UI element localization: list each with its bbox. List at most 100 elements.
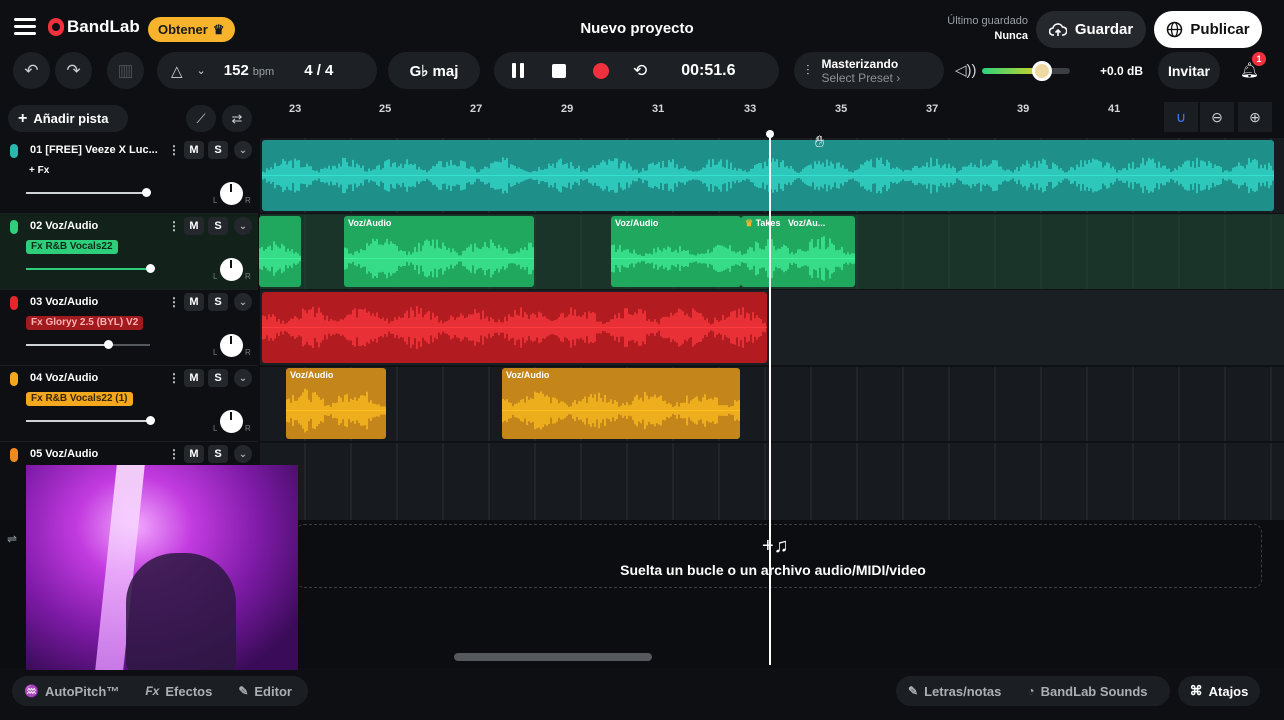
takes-region[interactable]: ♛ Takes Voz/Au... (741, 216, 855, 287)
audio-region[interactable]: Voz/Audio (611, 216, 741, 287)
audio-region[interactable]: Voz/Audio (344, 216, 534, 287)
track-header[interactable]: 04 Voz/Audio ⋮ M S ⌄ Fx R&B Vocals22 (1)… (0, 366, 258, 442)
zoom-in-button[interactable]: ⊕ (1238, 102, 1272, 132)
mute-button[interactable]: M (184, 445, 204, 463)
playhead[interactable] (766, 130, 774, 665)
editor-button[interactable]: ✎ Editor (238, 684, 292, 699)
mute-button[interactable]: M (184, 293, 204, 311)
chevron-down-icon[interactable]: ⌄ (234, 293, 252, 311)
volume-handle[interactable] (142, 188, 151, 197)
time-signature[interactable]: 4 / 4 (304, 62, 333, 79)
mute-button[interactable]: M (184, 217, 204, 235)
chevron-down-icon[interactable]: ⌄ (234, 445, 252, 463)
bottom-toolbar: ♒ AutoPitch™ Fx Efectos ✎ Editor ✎ Letras/no… (0, 668, 1284, 720)
zoom-out-button[interactable]: ⊖ (1200, 102, 1234, 132)
project-title[interactable]: Nuevo proyecto (537, 20, 737, 37)
key-selector[interactable]: G♭ maj (388, 52, 480, 89)
timeline-ruler[interactable]: 23 25 27 29 31 33 35 37 39 41 (260, 100, 1284, 132)
autopitch-button[interactable]: ♒ AutoPitch™ (24, 684, 119, 699)
stop-button[interactable] (552, 63, 566, 78)
add-track-label: Añadir pista (33, 111, 109, 126)
more-icon[interactable]: ⋮ (168, 371, 180, 385)
track-name[interactable]: 05 Voz/Audio (30, 448, 162, 460)
publish-label: Publicar (1190, 21, 1250, 38)
solo-button[interactable]: S (208, 369, 228, 387)
fx-tag[interactable]: Fx Gloryy 2.5 (BYL) V2 (26, 316, 144, 330)
upgrade-button[interactable]: Obtener ♛ (148, 17, 235, 42)
ruler-mark: 39 (1017, 103, 1030, 115)
effects-button[interactable]: Fx Efectos (145, 684, 212, 699)
more-icon[interactable]: ⋮ (168, 143, 180, 157)
pause-button[interactable] (512, 63, 524, 78)
snap-button[interactable]: ∪ (1164, 102, 1198, 132)
microphone-icon (10, 220, 18, 234)
audio-region[interactable] (259, 216, 301, 287)
ruler-mark: 23 (289, 103, 302, 115)
tempo-field[interactable]: 152 bpm (224, 62, 274, 79)
track-name[interactable]: 03 Voz/Audio (30, 296, 162, 308)
menu-icon[interactable] (14, 18, 36, 36)
master-volume-slider[interactable] (982, 68, 1070, 74)
chevron-down-icon[interactable]: ⌄ (234, 217, 252, 235)
sliders-icon[interactable]: ⇌ (7, 532, 17, 546)
metronome-icon[interactable]: △ (171, 62, 183, 80)
fx-tag[interactable]: Fx R&B Vocals22 (1) (26, 392, 133, 406)
audio-region[interactable] (262, 292, 767, 363)
more-icon[interactable]: ⋮ (168, 219, 180, 233)
add-track-button[interactable]: + Añadir pista (8, 105, 128, 132)
keyboard-button[interactable]: ▥ (107, 52, 144, 89)
record-button[interactable] (593, 62, 609, 79)
mute-button[interactable]: M (184, 141, 204, 159)
chevron-down-icon[interactable]: ⌄ (234, 369, 252, 387)
editor-label: Editor (254, 683, 292, 699)
volume-slider[interactable] (26, 416, 155, 425)
solo-button[interactable]: S (208, 141, 228, 159)
track-name[interactable]: 01 [FREE] Veeze X Luc... (30, 144, 162, 156)
volume-slider[interactable] (26, 188, 151, 197)
invite-button[interactable]: Invitar (1158, 52, 1220, 89)
redo-button[interactable]: ↷ (55, 52, 92, 89)
track-header[interactable]: 03 Voz/Audio ⋮ M S ⌄ Fx Gloryy 2.5 (BYL)… (0, 290, 258, 366)
bandlab-logo[interactable]: BandLab (48, 17, 140, 37)
volume-slider[interactable] (26, 264, 155, 273)
solo-button[interactable]: S (208, 217, 228, 235)
track-header[interactable]: 02 Voz/Audio ⋮ M S ⌄ Fx R&B Vocals22 L R (0, 214, 258, 290)
fx-button[interactable]: + Fx (24, 164, 54, 178)
pan-knob[interactable] (220, 334, 243, 357)
master-volume-knob[interactable] (1032, 61, 1052, 81)
audio-region[interactable] (262, 140, 1274, 211)
mastering-button[interactable]: ⫶ Masterizando Select Preset › (794, 52, 944, 89)
track-name[interactable]: 02 Voz/Audio (30, 220, 162, 232)
horizontal-scrollbar[interactable] (454, 653, 652, 661)
volume-handle[interactable] (146, 264, 155, 273)
chevron-down-icon[interactable]: ⌄ (234, 141, 252, 159)
audio-region[interactable]: Voz/Audio (286, 368, 386, 439)
volume-slider[interactable] (26, 340, 150, 349)
loop-icon[interactable]: ⟲ (633, 61, 647, 81)
solo-button[interactable]: S (208, 445, 228, 463)
undo-button[interactable]: ↶ (13, 52, 50, 89)
publish-button[interactable]: Publicar (1154, 11, 1262, 48)
more-icon[interactable]: ⋮ (168, 447, 180, 461)
pan-knob[interactable] (220, 258, 243, 281)
solo-button[interactable]: S (208, 293, 228, 311)
audio-region[interactable]: Voz/Audio (502, 368, 740, 439)
lyrics-button[interactable]: ✎ Letras/notas (908, 684, 1001, 699)
volume-handle[interactable] (146, 416, 155, 425)
pan-knob[interactable] (220, 410, 243, 433)
track-settings-button[interactable]: ⇄ (222, 105, 252, 132)
mute-button[interactable]: M (184, 369, 204, 387)
fx-tag[interactable]: Fx R&B Vocals22 (26, 240, 118, 254)
track-header[interactable]: 01 [FREE] Veeze X Luc... ⋮ M S ⌄ + Fx L … (0, 138, 258, 214)
shortcuts-button[interactable]: ⌘ Atajos (1178, 676, 1260, 706)
track-name[interactable]: 04 Voz/Audio (30, 372, 162, 384)
pan-knob[interactable] (220, 182, 243, 205)
chevron-down-icon[interactable]: ⌄ (197, 64, 206, 77)
save-button[interactable]: Guardar (1036, 11, 1146, 48)
volume-handle[interactable] (104, 340, 113, 349)
speaker-icon[interactable]: ◁)) (955, 61, 977, 79)
sounds-button[interactable]: ◔ BandLab Sounds (1027, 684, 1147, 699)
automation-button[interactable]: ⟋ (186, 105, 216, 132)
person-silhouette (126, 553, 236, 670)
more-icon[interactable]: ⋮ (168, 295, 180, 309)
